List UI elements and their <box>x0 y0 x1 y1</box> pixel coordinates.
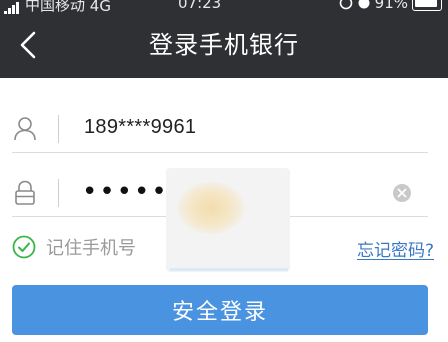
status-time: 07:23 <box>178 0 222 12</box>
battery-percent: 91% <box>374 0 408 12</box>
status-bar: 中国移动 4G 07:23 91% <box>0 0 448 14</box>
page-title: 登录手机银行 <box>149 31 299 59</box>
lock-icon <box>15 180 35 205</box>
battery-icon <box>412 0 442 11</box>
obscured-blob <box>178 182 244 234</box>
clear-icon[interactable] <box>392 183 412 203</box>
signal-icon <box>4 0 19 14</box>
alarm-icon <box>358 0 370 9</box>
carrier-name: 中国移动 <box>25 0 86 14</box>
user-icon <box>14 117 36 141</box>
status-left: 中国移动 4G <box>4 0 111 14</box>
obscured-underline <box>170 268 288 271</box>
app-header: 中国移动 4G 07:23 91% 登录手机银行 <box>0 0 448 78</box>
field-divider <box>58 179 59 207</box>
rotation-lock-icon <box>339 0 352 10</box>
forgot-password-link[interactable]: 忘记密码? <box>357 236 434 261</box>
network-type: 4G <box>89 0 111 14</box>
field-divider <box>58 115 59 143</box>
remember-phone-toggle[interactable]: 记住手机号 <box>12 234 136 260</box>
phone-input[interactable]: 189****9961 <box>84 116 196 139</box>
phone-field[interactable]: 189****9961 <box>12 105 428 153</box>
status-right: 91% <box>339 0 442 12</box>
check-circle-icon <box>12 235 36 259</box>
login-button[interactable]: 安全登录 <box>12 285 428 335</box>
remember-label: 记住手机号 <box>46 238 136 259</box>
